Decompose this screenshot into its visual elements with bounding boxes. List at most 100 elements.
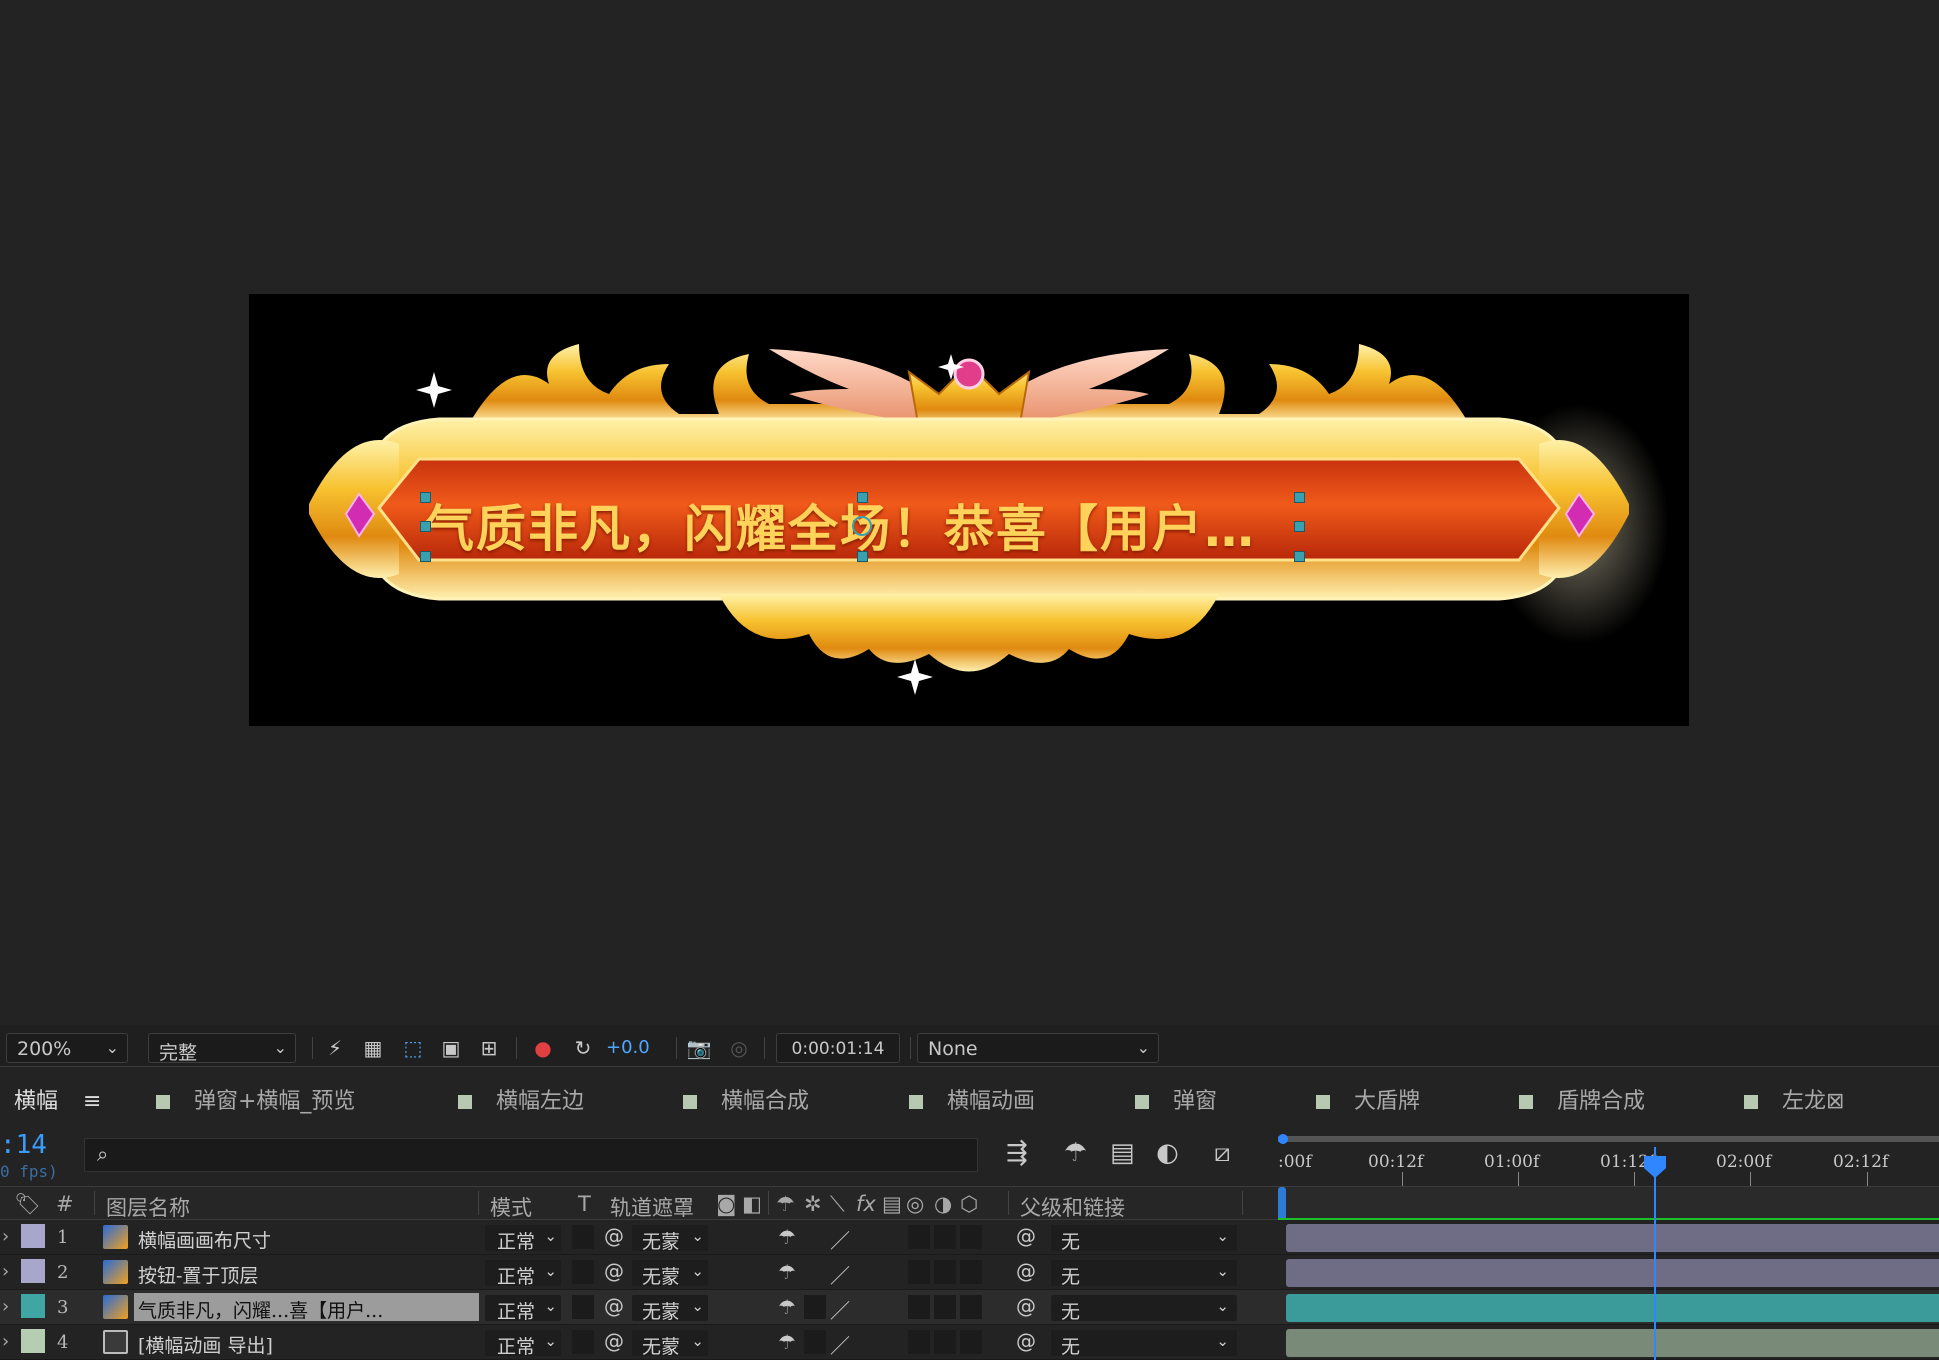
transform-handle[interactable]	[420, 551, 431, 562]
expand-arrow-icon[interactable]: ›	[2, 1226, 9, 1247]
3d-switch[interactable]	[960, 1225, 982, 1249]
transparency-grid-icon[interactable]: ▦	[360, 1035, 386, 1061]
3d-switch[interactable]	[960, 1330, 982, 1354]
composition-frame[interactable]: 气质非凡，闪耀全场！恭喜【用户…	[249, 294, 1689, 726]
graph-editor-icon[interactable]: ⧄	[1214, 1138, 1231, 1169]
transform-handle[interactable]	[1294, 521, 1305, 532]
layer-row[interactable]: › 2 按钮-置于顶层 正常 ⌄ @ 无蒙 ⌄ ☂ ／ @ 无 ⌄	[0, 1255, 1939, 1290]
tab-composition[interactable]: 大盾牌	[1316, 1083, 1420, 1115]
label-color-box[interactable]	[21, 1224, 45, 1248]
matte-pickwhip-icon[interactable]: @	[604, 1224, 624, 1248]
preserve-transparency-toggle[interactable]	[572, 1330, 594, 1354]
track-matte-dropdown[interactable]: 无蒙 ⌄	[632, 1295, 708, 1323]
label-color-box[interactable]	[21, 1329, 45, 1353]
layer-duration-bar[interactable]	[1286, 1294, 1939, 1322]
label-color-box[interactable]	[21, 1259, 45, 1283]
layer-search-input[interactable]: ⌕	[84, 1138, 978, 1172]
track-matte-dropdown[interactable]: 无蒙 ⌄	[632, 1330, 708, 1358]
quality-switch[interactable]: ／	[830, 1225, 850, 1254]
work-area-bar[interactable]	[1278, 1136, 1939, 1142]
preserve-transparency-toggle[interactable]	[572, 1260, 594, 1284]
transform-handle[interactable]	[420, 492, 431, 503]
blend-mode-dropdown[interactable]: 正常 ⌄	[485, 1260, 561, 1288]
shy-switch[interactable]: ☂	[778, 1330, 796, 1354]
tab-composition[interactable]: 盾牌合成	[1519, 1083, 1645, 1115]
blend-mode-dropdown[interactable]: 正常 ⌄	[485, 1330, 561, 1358]
expand-arrow-icon[interactable]: ›	[2, 1331, 9, 1352]
tab-composition[interactable]: 左龙⊠	[1744, 1083, 1844, 1115]
composition-flowchart-icon[interactable]: ⇶	[1006, 1138, 1028, 1168]
collapse-switch[interactable]	[804, 1295, 826, 1319]
effect-switch[interactable]	[908, 1260, 930, 1284]
label-color-box[interactable]	[21, 1294, 45, 1318]
expand-arrow-icon[interactable]: ›	[2, 1296, 9, 1317]
parent-pickwhip-icon[interactable]: @	[1016, 1294, 1036, 1318]
transform-handle[interactable]	[1294, 492, 1305, 503]
work-area-start[interactable]	[1278, 1187, 1286, 1221]
timeline-ruler-area[interactable]	[1278, 1187, 1939, 1221]
fast-preview-icon[interactable]: ⚡	[322, 1035, 348, 1061]
matte-pickwhip-icon[interactable]: @	[604, 1294, 624, 1318]
parent-dropdown[interactable]: 无 ⌄	[1051, 1260, 1237, 1288]
layer-duration-bar[interactable]	[1286, 1224, 1939, 1252]
parent-dropdown[interactable]: 无 ⌄	[1051, 1330, 1237, 1358]
blend-mode-dropdown[interactable]: 正常 ⌄	[485, 1225, 561, 1253]
shy-switch[interactable]: ☂	[778, 1260, 796, 1284]
effect-switch[interactable]	[908, 1295, 930, 1319]
resolution-dropdown[interactable]: 完整 ⌄	[148, 1033, 296, 1064]
matte-pickwhip-icon[interactable]: @	[604, 1259, 624, 1283]
parent-pickwhip-icon[interactable]: @	[1016, 1259, 1036, 1283]
parent-dropdown[interactable]: 无 ⌄	[1051, 1295, 1237, 1323]
track-matte-dropdown[interactable]: 无蒙 ⌄	[632, 1225, 708, 1253]
transform-handle[interactable]	[1294, 551, 1305, 562]
composition-viewer[interactable]: 气质非凡，闪耀全场！恭喜【用户…	[0, 0, 1939, 1025]
transform-handle[interactable]	[857, 492, 868, 503]
mask-path-icon[interactable]: ⬚	[400, 1035, 426, 1061]
tab-composition[interactable]: 弹窗+横幅_预览	[156, 1083, 355, 1115]
quality-switch[interactable]: ／	[830, 1295, 850, 1324]
effect-switch[interactable]	[908, 1330, 930, 1354]
transform-handle[interactable]	[857, 551, 868, 562]
grid-guides-icon[interactable]: ⊞	[476, 1035, 502, 1061]
shy-layers-icon[interactable]: ☂	[1064, 1138, 1087, 1168]
parent-pickwhip-icon[interactable]: @	[1016, 1329, 1036, 1353]
exposure-value[interactable]: +0.0	[606, 1037, 650, 1058]
transform-handle[interactable]	[420, 521, 431, 532]
layer-name[interactable]: 按钮-置于顶层	[138, 1261, 258, 1288]
quality-switch[interactable]: ／	[830, 1260, 850, 1289]
channels-icon[interactable]: ●	[530, 1035, 556, 1061]
3d-switch[interactable]	[960, 1260, 982, 1284]
shy-switch[interactable]: ☂	[778, 1225, 796, 1249]
shy-switch[interactable]: ☂	[778, 1295, 796, 1319]
layer-name[interactable]: 气质非凡，闪耀...喜【用户...	[134, 1293, 479, 1322]
playhead-line[interactable]	[1654, 1147, 1656, 1360]
layer-duration-bar[interactable]	[1286, 1259, 1939, 1287]
layer-name[interactable]: [横幅动画 导出]	[138, 1331, 273, 1358]
matte-pickwhip-icon[interactable]: @	[604, 1329, 624, 1353]
blend-mode-dropdown[interactable]: 正常 ⌄	[485, 1295, 561, 1323]
tab-composition[interactable]: 横幅左边	[458, 1083, 584, 1115]
motion-blur-switch[interactable]	[934, 1295, 956, 1319]
motion-blur-icon[interactable]: ◐	[1156, 1138, 1179, 1168]
frame-blending-icon[interactable]: ▤	[1110, 1138, 1135, 1168]
anchor-point-icon[interactable]	[852, 516, 872, 536]
label-tag-icon[interactable]: 🏷	[14, 1192, 41, 1217]
timecode-field[interactable]: 0:00:01:14	[776, 1033, 900, 1063]
preserve-transparency-toggle[interactable]	[572, 1225, 594, 1249]
exposure-reset-icon[interactable]: ↻	[570, 1035, 596, 1061]
tab-composition[interactable]: 横幅动画	[909, 1083, 1035, 1115]
layer-duration-bar[interactable]	[1286, 1329, 1939, 1357]
motion-blur-switch[interactable]	[934, 1225, 956, 1249]
time-ruler[interactable]: :00f 00:12f 01:00f 01:12f 02:00f 02:12f	[1278, 1124, 1939, 1186]
tab-active[interactable]: 横幅 ≡	[10, 1083, 112, 1127]
expand-arrow-icon[interactable]: ›	[2, 1261, 9, 1282]
3d-switch[interactable]	[960, 1295, 982, 1319]
renderer-dropdown[interactable]: None ⌄	[917, 1033, 1159, 1063]
quality-switch[interactable]: ／	[830, 1330, 850, 1359]
layer-row[interactable]: › 4 [横幅动画 导出] 正常 ⌄ @ 无蒙 ⌄ ☂ ／ @ 无 ⌄	[0, 1325, 1939, 1360]
snapshot-camera-icon[interactable]: 📷	[686, 1035, 712, 1061]
parent-dropdown[interactable]: 无 ⌄	[1051, 1225, 1237, 1253]
layer-row[interactable]: › 1 横幅画画布尺寸 正常 ⌄ @ 无蒙 ⌄ ☂ ／ @ 无 ⌄	[0, 1220, 1939, 1255]
parent-pickwhip-icon[interactable]: @	[1016, 1224, 1036, 1248]
banner-text-layer[interactable]: 气质非凡，闪耀全场！恭喜【用户…	[424, 489, 1256, 561]
